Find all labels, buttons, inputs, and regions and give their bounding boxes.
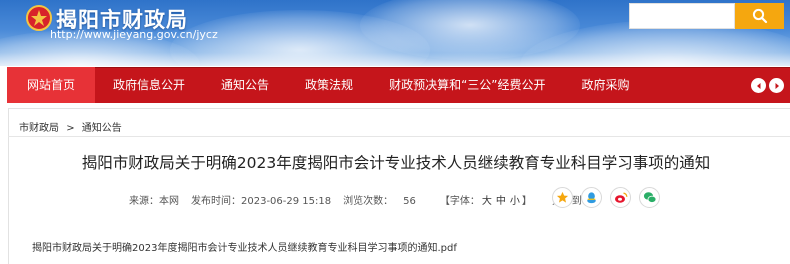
search-button[interactable]: [735, 3, 784, 29]
breadcrumb: 市财政局 > 通知公告: [19, 119, 122, 134]
qq-zone-icon: [587, 192, 596, 204]
article-views: 浏览次数： 56: [343, 192, 428, 207]
nav-item-budget[interactable]: 财政预决算和“三公”经费公开: [371, 67, 563, 103]
main-nav: 网站首页 政府信息公开 通知公告 政策法规 财政预决算和“三公”经费公开 政府采…: [7, 67, 648, 103]
site-url: http://www.jieyang.gov.cn/jycz: [50, 28, 218, 41]
nav-item-gov-info[interactable]: 政府信息公开: [95, 67, 203, 103]
views-count: 56: [403, 195, 416, 207]
views-label: 浏览次数：: [343, 195, 394, 207]
breadcrumb-divider: [8, 136, 790, 137]
share-qzone-button[interactable]: [581, 187, 602, 208]
weibo-icon: [614, 192, 627, 203]
share-wechat-button[interactable]: [639, 187, 660, 208]
font-size-suffix: 】: [521, 195, 532, 207]
search-icon: [752, 8, 767, 24]
article-published-time: 发布时间：2023-06-29 15:18: [191, 195, 332, 207]
breadcrumb-item-notices[interactable]: 通知公告: [82, 123, 122, 134]
share-icons: [552, 187, 668, 208]
emblem-icon: [26, 5, 52, 31]
search-input[interactable]: [629, 3, 735, 29]
font-size-large[interactable]: 大: [482, 196, 492, 207]
article-title: 揭阳市财政局关于明确2023年度揭阳市会计专业技术人员继续教育专业科目学习事项的…: [81, 154, 711, 172]
font-size-prefix: 【字体：: [439, 195, 480, 207]
article-source: 来源：本网: [129, 195, 179, 207]
nav-item-notices[interactable]: 通知公告: [203, 67, 287, 103]
breadcrumb-separator: >: [66, 123, 75, 134]
attachment-link[interactable]: 揭阳市财政局关于明确2023年度揭阳市会计专业技术人员继续教育专业科目学习事项的…: [32, 239, 457, 254]
nav-item-policies[interactable]: 政策法规: [287, 67, 371, 103]
share-weibo-button[interactable]: [610, 187, 631, 208]
article-meta: 来源：本网 发布时间：2023-06-29 15:18 浏览次数： 56 【字体：…: [129, 189, 604, 209]
font-size-medium[interactable]: 中: [496, 196, 506, 207]
font-size-small[interactable]: 小: [510, 196, 520, 207]
nav-item-home[interactable]: 网站首页: [7, 67, 96, 103]
chevron-right-icon: [775, 82, 779, 89]
breadcrumb-item-finance-bureau[interactable]: 市财政局: [19, 123, 59, 134]
wechat-icon: [643, 192, 656, 203]
share-favorite-button[interactable]: [552, 187, 573, 208]
chevron-left-icon: [756, 82, 760, 89]
star-icon: [556, 191, 569, 203]
nav-item-procurement[interactable]: 政府采购: [564, 67, 648, 103]
nav-prev-button[interactable]: [751, 78, 766, 93]
nav-next-button[interactable]: [769, 78, 784, 93]
font-size-control: 【字体：大中小】: [440, 192, 532, 207]
